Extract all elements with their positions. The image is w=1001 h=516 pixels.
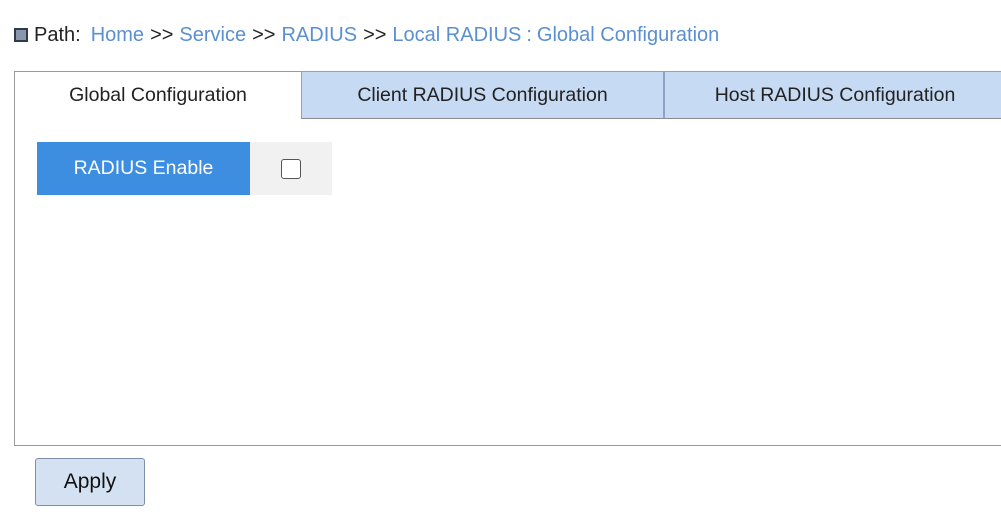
radius-enable-checkbox[interactable]: [281, 158, 301, 179]
tab-bar: Global Configuration Client RADIUS Confi…: [14, 71, 1001, 119]
tab-global-configuration[interactable]: Global Configuration: [14, 71, 301, 119]
radius-enable-cell: [250, 142, 332, 195]
tab-host-radius-configuration[interactable]: Host RADIUS Configuration: [664, 71, 1001, 119]
breadcrumb-home[interactable]: Home: [91, 24, 144, 47]
tab-client-radius-configuration[interactable]: Client RADIUS Configuration: [301, 71, 664, 119]
tab-content-panel: RADIUS Enable: [14, 119, 1001, 446]
breadcrumb-service[interactable]: Service: [179, 24, 246, 47]
breadcrumb-final-separator: :: [526, 23, 532, 46]
breadcrumb-separator: >>: [252, 23, 276, 46]
breadcrumb-local-radius[interactable]: Local RADIUS: [392, 24, 521, 47]
breadcrumb-label: Path:: [34, 23, 81, 46]
page-root: Path: Home >> Service >> RADIUS >> Local…: [0, 0, 1001, 516]
radius-enable-label: RADIUS Enable: [37, 142, 250, 195]
path-square-icon: [14, 28, 28, 42]
radius-enable-row: RADIUS Enable: [37, 142, 332, 195]
apply-button[interactable]: Apply: [35, 458, 145, 506]
breadcrumb-radius[interactable]: RADIUS: [281, 24, 357, 47]
breadcrumb-separator: >>: [150, 23, 174, 46]
breadcrumb-separator: >>: [363, 23, 387, 46]
breadcrumb-global-configuration[interactable]: Global Configuration: [537, 24, 719, 47]
breadcrumb: Path: Home >> Service >> RADIUS >> Local…: [14, 22, 719, 48]
